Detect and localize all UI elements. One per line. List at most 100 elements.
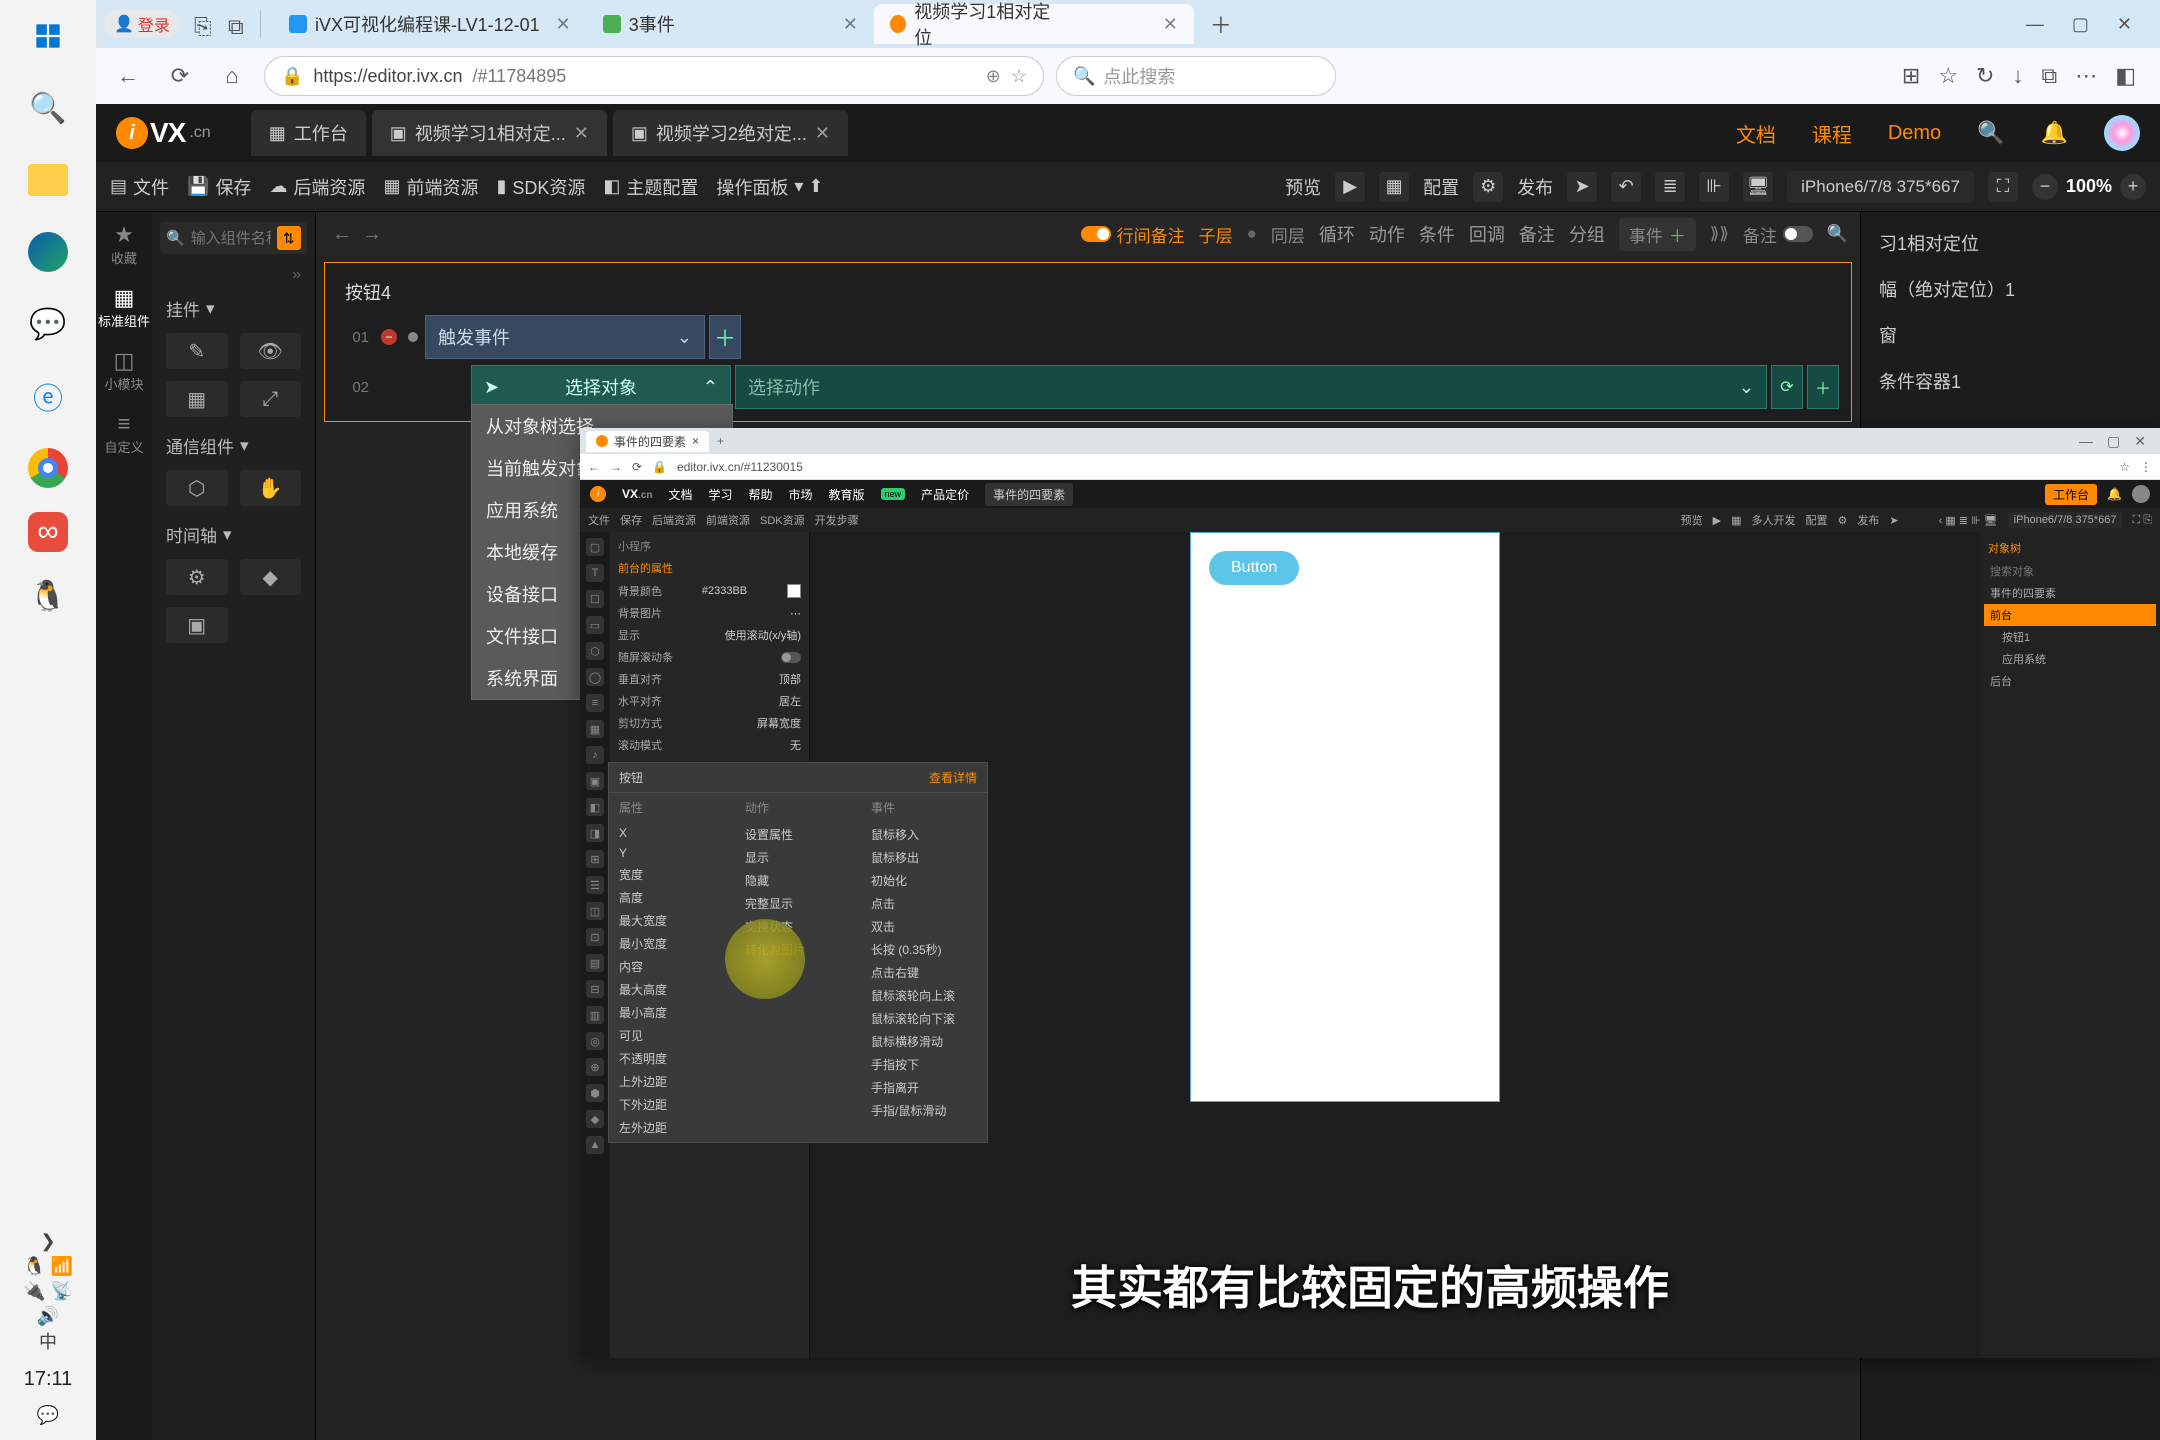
maximize-icon[interactable]: ▢	[2072, 14, 2089, 35]
sdk-res[interactable]: ▮ SDK资源	[496, 174, 585, 200]
tray-ime-icon[interactable]: 中	[23, 1330, 73, 1355]
ic[interactable]: ⬢	[586, 1084, 604, 1102]
explorer-icon[interactable]	[20, 152, 76, 208]
qr-icon[interactable]: ▦	[1379, 172, 1409, 202]
refresh-button[interactable]: ⟳	[160, 56, 200, 96]
io-project-tab[interactable]: 事件的四要素	[985, 483, 1073, 506]
preview-button[interactable]: Button	[1209, 551, 1299, 585]
tray-qq-icon[interactable]: 🐧 📶	[23, 1254, 73, 1279]
undo-icon[interactable]: ↶	[1611, 172, 1641, 202]
widget-btn[interactable]: ◆	[240, 559, 302, 595]
file-menu[interactable]: ▤ 文件	[110, 174, 169, 200]
filter-icon[interactable]: ⇅	[277, 226, 301, 250]
io-tb-item[interactable]: 发布	[1857, 512, 1879, 528]
ic[interactable]: ⊕	[586, 1058, 604, 1076]
io-link[interactable]: 市场	[789, 486, 813, 503]
chrome-icon[interactable]	[20, 440, 76, 496]
plus-icon[interactable]: ＋	[1807, 365, 1839, 409]
tray-battery-icon[interactable]: 🔌 📡	[23, 1279, 73, 1304]
wechat-icon[interactable]: 💬	[20, 296, 76, 352]
edge-icon[interactable]	[20, 224, 76, 280]
close-icon[interactable]: ✕	[2134, 433, 2146, 450]
io-tb-item[interactable]: 预览	[1681, 512, 1703, 528]
widget-btn[interactable]: ✎	[166, 333, 228, 369]
anim-label[interactable]: 动作	[1369, 221, 1405, 247]
io-tree-search[interactable]: 搜索对象	[1984, 560, 2156, 582]
ic[interactable]: ▤	[586, 954, 604, 972]
ic[interactable]: ☐	[586, 590, 604, 608]
add-trigger-button[interactable]: ＋	[709, 315, 741, 359]
send-icon[interactable]: ➤	[1567, 172, 1597, 202]
io-link[interactable]: 帮助	[749, 486, 773, 503]
io-workbench-button[interactable]: 工作台	[2045, 484, 2097, 505]
avatar[interactable]	[2132, 485, 2150, 503]
io-device[interactable]: iPhone6/7/8 375*667	[2008, 512, 2123, 528]
widget-btn[interactable]: ✋	[240, 470, 302, 506]
ic[interactable]: ◨	[586, 824, 604, 842]
star-icon[interactable]: ☆	[2119, 460, 2130, 474]
back-icon[interactable]: ←	[588, 460, 600, 474]
ic[interactable]: ⊡	[586, 928, 604, 946]
io-tb-item[interactable]: 开发步骤	[815, 512, 859, 528]
ic[interactable]: ◧	[586, 798, 604, 816]
remove-icon[interactable]: −	[381, 329, 397, 345]
tray-expand-icon[interactable]: ❯	[23, 1229, 73, 1254]
inline-note-toggle[interactable]: 行间备注	[1081, 222, 1185, 247]
tray-volume-icon[interactable]: 🔊	[23, 1304, 73, 1329]
ic[interactable]: T	[586, 564, 604, 582]
io-link[interactable]: 产品定价	[921, 486, 969, 503]
frontend-res[interactable]: ▦ 前端资源	[383, 174, 478, 200]
ic[interactable]: ⬡	[586, 642, 604, 660]
header-tab-project-1[interactable]: ▣视频学习1相对定...✕	[372, 110, 607, 156]
io-tb-item[interactable]: 后端资源	[652, 512, 696, 528]
ic[interactable]: ▥	[586, 1006, 604, 1024]
new-tab-button[interactable]: ＋	[1194, 4, 1248, 44]
rail-fav[interactable]: ★收藏	[111, 222, 137, 267]
nav-back-icon[interactable]: ←	[332, 223, 352, 246]
link-icon[interactable]: ⟳	[1771, 365, 1803, 409]
demo-link[interactable]: Demo	[1888, 122, 1941, 145]
object-select[interactable]: ➤ 选择对象 ⌃ 从对象树选择 当前触发对象 应用系统 本地缓存 设备接口 文件…	[471, 365, 731, 409]
collapse-icon[interactable]: »	[160, 264, 307, 286]
search-input[interactable]: 🔍 点此搜索	[1056, 56, 1336, 96]
bell-icon[interactable]: 🔔	[2107, 487, 2122, 501]
browser-tab-1[interactable]: iVX可视化编程课-LV1-12-01 ✕	[273, 4, 587, 44]
save-button[interactable]: 💾 保存	[187, 174, 251, 200]
home-button[interactable]: ⌂	[212, 56, 252, 96]
close-icon[interactable]: ✕	[1163, 14, 1178, 35]
io-tb-item[interactable]: 前端资源	[706, 512, 750, 528]
ruler-icon[interactable]: ⊪	[1699, 172, 1729, 202]
config-button[interactable]: 配置	[1423, 174, 1459, 200]
ic[interactable]: ▢	[586, 538, 604, 556]
close-icon[interactable]: ✕	[574, 123, 589, 144]
io-tb-item[interactable]: 多人开发	[1752, 512, 1796, 528]
cond-label[interactable]: 条件	[1419, 221, 1455, 247]
favorites-icon[interactable]: ☆	[1938, 63, 1958, 89]
section-comm[interactable]: 通信组件 ▾	[160, 423, 307, 464]
close-window-icon[interactable]: ✕	[2117, 14, 2132, 35]
component-search-input[interactable]	[191, 230, 271, 247]
star-icon[interactable]: ☆	[1011, 66, 1027, 87]
section-timeline[interactable]: 时间轴 ▾	[160, 512, 307, 553]
ic[interactable]: ▲	[586, 1136, 604, 1154]
device-select[interactable]: iPhone6/7/8 375*667	[1787, 171, 1974, 203]
zoom-out-button[interactable]: −	[2032, 174, 2058, 200]
backend-res[interactable]: ☁ 后端资源	[269, 174, 365, 200]
tree-item[interactable]: 幅（绝对定位）1	[1861, 266, 2160, 312]
close-icon[interactable]: ×	[692, 434, 699, 448]
minimize-icon[interactable]: ―	[2026, 14, 2044, 35]
history-icon[interactable]: ↻	[1976, 63, 1994, 89]
ic[interactable]: ◆	[586, 1110, 604, 1128]
minimize-icon[interactable]: ―	[2079, 433, 2093, 450]
browser-tab-3[interactable]: 视频学习1相对定位 ✕	[874, 4, 1194, 44]
io-tab[interactable]: 事件的四要素×	[586, 431, 709, 452]
theme-config[interactable]: ◧ 主题配置	[603, 174, 698, 200]
header-tab-workbench[interactable]: ▦工作台	[251, 110, 366, 156]
qq-icon[interactable]: 🐧	[20, 568, 76, 624]
course-link[interactable]: 课程	[1812, 119, 1852, 148]
io-link[interactable]: 学习	[708, 486, 732, 503]
io-link[interactable]: 教育版	[829, 486, 865, 503]
zoom-in-button[interactable]: +	[2120, 174, 2146, 200]
menu-icon[interactable]: ⋮	[2140, 460, 2152, 474]
cb-label[interactable]: 回调	[1469, 221, 1505, 247]
